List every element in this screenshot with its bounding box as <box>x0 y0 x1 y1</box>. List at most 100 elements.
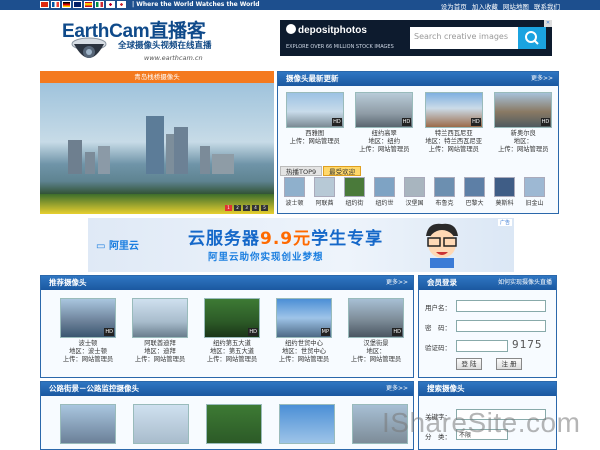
camera-thumbnail[interactable]: HD <box>355 92 414 128</box>
camera-card[interactable]: MP 纽约世贸中心 地区：世贸中心 上传：网站管理员 <box>271 298 337 364</box>
panel-title: 公路街景－公路监控摄像头 <box>49 384 139 393</box>
camera-name[interactable]: 纽约世贸中心 <box>271 340 337 348</box>
more-link[interactable]: 更多>> <box>531 72 553 86</box>
camera-card[interactable]: 阿联酋迪拜 地区：迪拜 上传：网站管理员 <box>127 298 193 364</box>
camera-name[interactable]: 纽约高翠 <box>352 130 418 138</box>
flag-de-icon[interactable] <box>62 1 71 8</box>
camera-name[interactable]: 波士顿 <box>55 340 121 348</box>
flag-jp-icon[interactable] <box>106 1 115 8</box>
top9-item[interactable]: 纽约街 <box>341 177 368 207</box>
camera-card[interactable]: HD 特兰西瓦尼亚 地区：特兰西瓦尼亚 上传：网站管理员 <box>421 92 487 154</box>
camera-name[interactable]: 西雅图 <box>282 130 348 138</box>
camera-name[interactable]: 特兰西瓦尼亚 <box>421 130 487 138</box>
register-button[interactable]: 注 册 <box>496 358 522 370</box>
camera-thumbnail[interactable] <box>205 404 262 444</box>
hd-badge: HD <box>248 328 258 336</box>
camera-thumbnail[interactable]: HD <box>494 92 553 128</box>
top9-item[interactable]: 纽约世 <box>371 177 398 207</box>
camera-uploader: 上传：网站管理员 <box>350 356 402 363</box>
top9-item[interactable]: 波士顿 <box>281 177 308 207</box>
qingdao-pier-image[interactable]: 1 2 3 4 5 <box>40 83 274 214</box>
password-input[interactable] <box>456 320 546 332</box>
flag-kr-icon[interactable] <box>117 1 126 8</box>
banner-dot[interactable]: 1 <box>225 205 232 211</box>
banner-dot[interactable]: 5 <box>261 205 268 211</box>
banner-pager: 1 2 3 4 5 <box>225 205 268 211</box>
flag-it-icon[interactable] <box>95 1 104 8</box>
camera-area: 地区：迪拜 <box>144 348 176 355</box>
hd-badge: HD <box>332 118 342 126</box>
ad-search-input[interactable]: Search creative images <box>410 27 518 49</box>
road-cameras-panel: 公路街景－公路监控摄像头 更多>> <box>40 381 414 450</box>
banner-dot[interactable]: 4 <box>252 205 259 211</box>
contact-link[interactable]: 联系我们 <box>534 3 560 11</box>
camera-thumbnail[interactable]: HD <box>348 298 404 338</box>
camera-card[interactable]: HD 波士顿 地区：波士顿 上传：网站管理员 <box>55 298 121 364</box>
depositphotos-ad[interactable]: depositphotos EXPLORE OVER 66 MILLION ST… <box>280 20 552 56</box>
camera-area: 地区：第五大道 <box>209 348 255 355</box>
username-input[interactable] <box>456 300 546 312</box>
camera-card[interactable]: HD 纽约第五大道 地区：第五大道 上传：网站管理员 <box>199 298 265 364</box>
camera-thumbnail[interactable]: HD <box>204 298 260 338</box>
ad-brand: depositphotos <box>286 24 367 36</box>
camera-thumbnail[interactable]: HD <box>424 92 483 128</box>
sitemap-link[interactable]: 网站地图 <box>503 3 529 11</box>
camera-thumbnail[interactable]: HD <box>60 298 116 338</box>
more-link[interactable]: 更多>> <box>386 276 408 290</box>
flag-fr-icon[interactable] <box>51 1 60 8</box>
site-watermark: IShareSite.com <box>382 407 581 438</box>
site-logo[interactable]: EarthCam直播客 全球摄像头视频在线直播 www.earthcam.cn <box>40 12 280 70</box>
top9-item[interactable]: 布鲁克 <box>431 177 458 207</box>
camera-thumbnail[interactable] <box>133 404 190 444</box>
login-button[interactable]: 登 陆 <box>456 358 482 370</box>
camera-name[interactable]: 纽约第五大道 <box>199 340 265 348</box>
camera-area: 地区：特兰西瓦尼亚 <box>425 138 483 145</box>
top9-item[interactable]: 旧金山 <box>521 177 548 207</box>
camera-card[interactable]: HD 新奥尔良 地区： 上传：网站管理员 <box>491 92 557 154</box>
camera-area: 地区：世贸中心 <box>281 348 327 355</box>
top9-item[interactable]: 莫斯科 <box>491 177 518 207</box>
mp-badge: MP <box>320 328 330 336</box>
top9-item[interactable]: 汉堡国 <box>401 177 428 207</box>
camera-name[interactable]: 阿联酋迪拜 <box>127 340 193 348</box>
username-label: 用户名： <box>425 304 451 312</box>
password-label: 密 码： <box>425 324 451 332</box>
flag-cn-icon[interactable] <box>40 1 49 8</box>
set-homepage-link[interactable]: 设为首页 <box>441 3 467 11</box>
tab-popular[interactable]: 最受欢迎 <box>323 166 362 176</box>
camera-name[interactable]: 新奥尔良 <box>491 130 557 138</box>
more-link[interactable]: 更多>> <box>386 382 408 396</box>
help-link[interactable]: 如何实现摄像头直播 <box>498 276 552 290</box>
panel-header: 推荐摄像头 更多>> <box>41 276 413 290</box>
camera-card[interactable]: HD 西雅图 上传：网站管理员 <box>282 92 348 154</box>
banner-dot[interactable]: 2 <box>234 205 241 211</box>
aliyun-ad[interactable]: ▭ 阿里云 云服务器9.9元学生专享 阿里云助你实现创业梦想 广告 <box>88 218 514 272</box>
tab-top9[interactable]: 热播TOP9 <box>280 166 323 176</box>
top9-item[interactable]: 巴黎大 <box>461 177 488 207</box>
hd-badge: HD <box>540 118 551 126</box>
ad-search-button[interactable] <box>518 27 546 49</box>
panel-header: 公路街景－公路监控摄像头 更多>> <box>41 382 413 396</box>
panel-title: 搜索摄像头 <box>427 384 465 393</box>
ad-close-icon[interactable]: ✕ <box>544 20 552 27</box>
flag-es-icon[interactable] <box>84 1 93 8</box>
add-favorite-link[interactable]: 加入收藏 <box>472 3 498 11</box>
camera-thumbnail[interactable] <box>132 298 188 338</box>
camera-thumbnail[interactable] <box>278 404 335 444</box>
top9-item[interactable]: 阿联酋 <box>311 177 338 207</box>
top-bar: | Where the World Watches the World 设为首页… <box>0 0 600 11</box>
camera-name[interactable]: 汉堡街景 <box>343 340 409 348</box>
camera-thumbnail[interactable]: HD <box>285 92 344 128</box>
camera-uploader: 上传：网站管理员 <box>289 138 340 145</box>
banner-dot[interactable]: 3 <box>243 205 250 211</box>
camera-card[interactable]: HD 纽约高翠 地区：纽约 上传：网站管理员 <box>352 92 418 154</box>
camera-thumbnail[interactable]: MP <box>276 298 332 338</box>
banner-title[interactable]: 青岛栈桥摄像头 <box>40 71 274 83</box>
ad-headline: 云服务器9.9元学生专享 <box>188 229 384 249</box>
flag-uk-icon[interactable] <box>73 1 82 8</box>
captcha-input[interactable] <box>456 340 508 352</box>
camera-thumbnail[interactable] <box>60 404 117 444</box>
featured-banner[interactable]: 青岛栈桥摄像头 1 2 3 4 5 <box>40 71 274 214</box>
captcha-image[interactable]: 9175 <box>512 338 543 351</box>
camera-card[interactable]: HD 汉堡街景 地区： 上传：网站管理员 <box>343 298 409 364</box>
